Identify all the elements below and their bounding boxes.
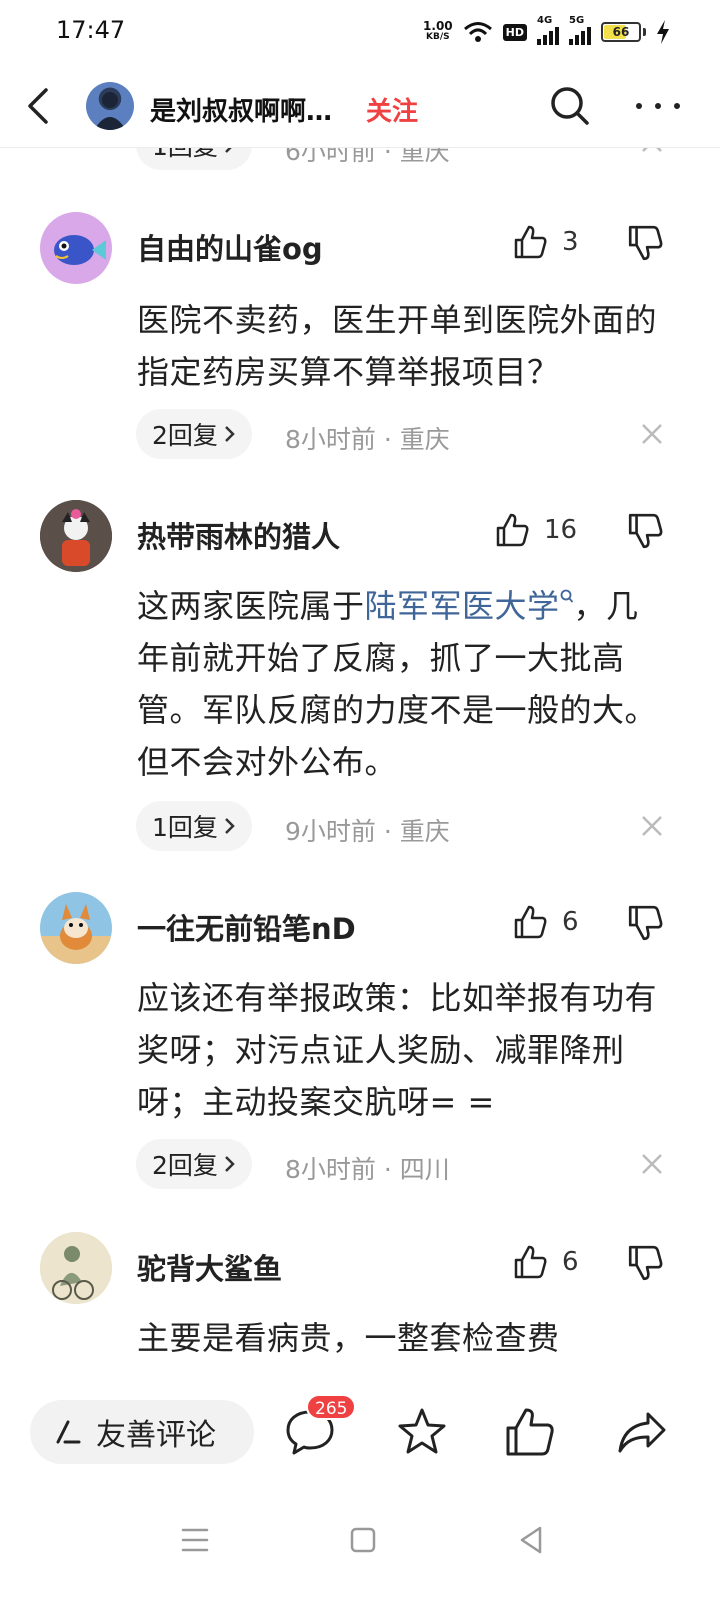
network-speed: 1.00 KB/S [423, 19, 453, 43]
like-count: 3 [562, 227, 579, 257]
thumbs-down-icon[interactable] [626, 1244, 664, 1282]
thumbs-up-icon [514, 225, 547, 259]
bottom-action-bar: 友善评论 265 [0, 1382, 720, 1490]
chevron-right-icon [225, 1156, 235, 1172]
commenter-avatar[interactable] [40, 500, 112, 572]
comment-meta: 8小时前 · 重庆 [285, 425, 450, 454]
like-button[interactable]: 16 [494, 512, 577, 548]
write-comment-button[interactable]: 友善评论 [30, 1400, 254, 1464]
home-square-icon[interactable] [343, 1520, 383, 1560]
like-button[interactable]: 6 [512, 1244, 579, 1280]
menu-icon[interactable] [175, 1520, 215, 1560]
thumbs-down-icon[interactable] [626, 904, 664, 942]
hd-voice-badge: HD [502, 23, 527, 41]
thumbs-down-icon[interactable] [626, 224, 664, 262]
comment-item: 热带雨林的猎人 16 这两家医院属于陆军军医大学 ，几年前就开始了反腐，抓了一大批… [0, 496, 720, 868]
back-arrow-icon[interactable] [20, 84, 60, 128]
reply-count-button[interactable]: 1回复 [136, 801, 252, 851]
search-link[interactable]: 陆军军医大学 [365, 587, 574, 625]
like-button[interactable]: 3 [512, 224, 579, 260]
close-icon[interactable] [640, 422, 664, 446]
search-icon [560, 589, 573, 603]
status-icons: 1.00 KB/S HD 4G 5G 66 [423, 15, 670, 48]
thumbs-up-icon [514, 1245, 547, 1279]
follow-button[interactable]: 关注 [366, 91, 418, 128]
comment-meta: 9小时前 · 重庆 [285, 817, 450, 846]
battery-icon: 66 [601, 22, 646, 42]
commenter-name[interactable]: 自由的山雀og [137, 226, 323, 268]
system-navigation-bar [0, 1490, 720, 1600]
close-icon[interactable] [640, 814, 664, 838]
author-name[interactable]: 是刘叔叔啊啊… [150, 91, 350, 128]
comment-text: 医院不卖药，医生开单到医院外面的指定药房买算不算举报项目？ [137, 301, 658, 391]
commenter-name[interactable]: 驼背大鲨鱼 [137, 1246, 282, 1288]
commenter-name[interactable]: 一往无前铅笔nD [137, 906, 356, 948]
write-comment-placeholder: 友善评论 [96, 1418, 216, 1453]
comment-item: 驼背大鲨鱼 6 主要是看病贵，一整套检查费 [0, 1228, 720, 1382]
status-time: 17:47 [56, 16, 126, 44]
commenter-avatar[interactable] [40, 892, 112, 964]
charging-bolt-icon [657, 20, 669, 44]
comment-text: 主要是看病贵，一整套检查费 [137, 1319, 560, 1357]
status-bar: 17:47 1.00 KB/S HD 4G 5G 66 [0, 0, 720, 64]
comment-text: 这两家医院属于陆军军医大学 ，几年前就开始了反腐，抓了一大批高管。军队反腐的力度不… [137, 580, 667, 788]
article-header: 是刘叔叔啊啊… 关注 [0, 64, 720, 148]
chevron-right-icon [225, 426, 235, 442]
wifi-icon [463, 22, 492, 42]
thumbs-up-icon [496, 513, 529, 547]
more-dots-icon[interactable] [636, 94, 680, 118]
commenter-avatar[interactable] [40, 1232, 112, 1304]
battery-level: 66 [612, 25, 630, 39]
commenter-name[interactable]: 热带雨林的猎人 [137, 514, 340, 556]
signal-icon-sim1: 4G [537, 15, 559, 45]
comment-item: 一往无前铅笔nD 6 应该还有举报政策：比如举报有功有奖呀；对污点证人奖励、减罪… [0, 888, 720, 1208]
like-count: 6 [562, 907, 579, 937]
share-arrow-icon[interactable] [614, 1404, 670, 1460]
thumbs-down-icon[interactable] [626, 512, 664, 550]
like-button[interactable]: 6 [512, 904, 579, 940]
signal-icon-sim2: 5G [569, 15, 591, 45]
comment-item: 自由的山雀og 3 医院不卖药，医生开单到医院外面的指定药房买算不算举报项目？ … [0, 208, 720, 478]
thumbs-up-icon [514, 905, 547, 939]
star-icon[interactable] [394, 1404, 450, 1460]
reply-count-button[interactable]: 2回复 [136, 1139, 252, 1189]
close-icon[interactable] [640, 1152, 664, 1176]
network-speed-unit: KB/S [426, 32, 450, 42]
comment-text: 应该还有举报政策：比如举报有功有奖呀；对污点证人奖励、减罪降刑呀；主动投案交肮呀… [137, 979, 658, 1121]
network-speed-value: 1.00 [423, 19, 453, 33]
comment-count-badge: 265 [306, 1394, 357, 1420]
reply-count-button[interactable]: 2回复 [136, 409, 252, 459]
comment-meta: 8小时前 · 四川 [285, 1155, 450, 1184]
like-count: 16 [544, 515, 578, 545]
commenter-avatar[interactable] [40, 212, 112, 284]
comment-text-part: 这两家医院属于 [137, 587, 365, 625]
pen-icon [56, 1420, 81, 1444]
search-icon[interactable] [548, 84, 592, 128]
thumbs-up-icon[interactable] [502, 1404, 558, 1460]
author-avatar[interactable] [86, 82, 134, 130]
chevron-right-icon [225, 818, 235, 834]
like-count: 6 [562, 1247, 579, 1277]
back-triangle-icon[interactable] [512, 1520, 552, 1560]
